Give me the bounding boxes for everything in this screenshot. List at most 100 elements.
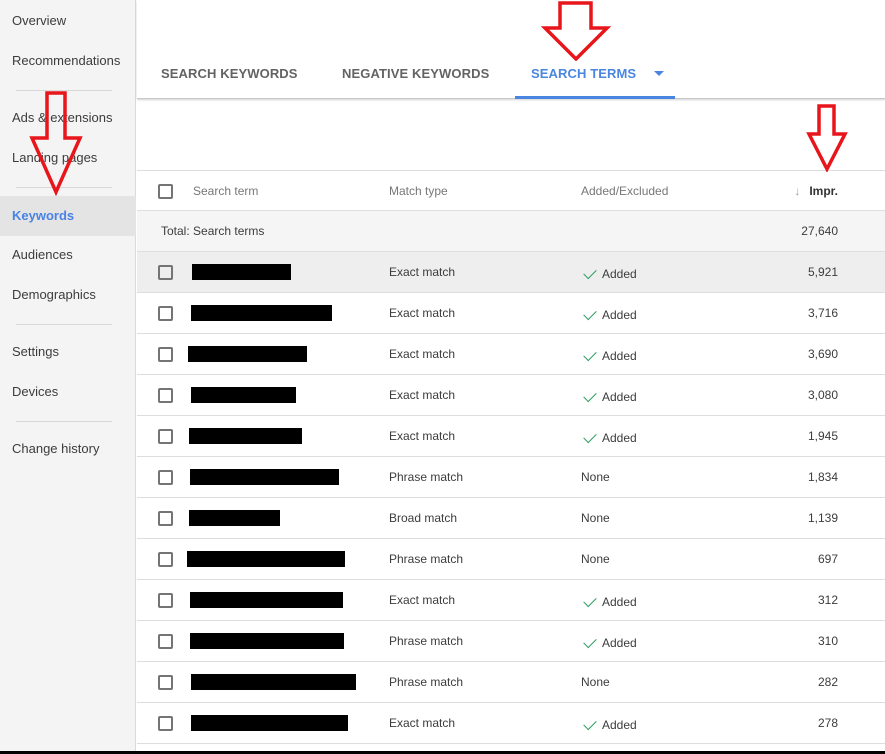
- sidebar-item-keywords[interactable]: Keywords: [0, 196, 136, 236]
- redacted-search-term[interactable]: [redacted]: [191, 674, 356, 690]
- select-all-checkbox[interactable]: [158, 184, 173, 199]
- redacted-search-term[interactable]: [redacted]: [190, 633, 344, 649]
- checkmark-icon: [583, 347, 597, 362]
- added-excluded-status: Added: [581, 416, 637, 456]
- row-checkbox[interactable]: [158, 306, 173, 321]
- column-header-impr[interactable]: ↓ Impr.: [794, 171, 838, 211]
- column-header-search-term[interactable]: Search term: [193, 171, 258, 211]
- match-type: Broad match: [389, 511, 458, 525]
- redacted-search-term[interactable]: [redacted]: [191, 387, 296, 403]
- status-label: None: [581, 552, 610, 566]
- redacted-search-term[interactable]: [redacted]: [190, 469, 339, 485]
- redacted-search-term[interactable]: [redacted]: [189, 510, 280, 526]
- tab-negative-keywords[interactable]: NEGATIVE KEYWORDS: [342, 66, 489, 81]
- added-excluded-status: Added: [581, 621, 637, 661]
- redacted-search-term[interactable]: [redacted]: [190, 592, 343, 608]
- row-checkbox[interactable]: [158, 634, 173, 649]
- table-row[interactable]: [redacted] Exact match Added 312: [137, 580, 885, 621]
- sidebar-item-change-history[interactable]: Change history: [0, 429, 136, 469]
- tab-search-terms[interactable]: SEARCH TERMS: [531, 66, 665, 81]
- row-checkbox[interactable]: [158, 429, 173, 444]
- sidebar-item-ads-extensions[interactable]: Ads & extensions: [0, 98, 136, 138]
- tab-label: SEARCH KEYWORDS: [161, 66, 298, 81]
- caret-down-icon[interactable]: [654, 71, 665, 77]
- redacted-search-term[interactable]: [redacted]: [189, 428, 302, 444]
- sidebar-item-demographics[interactable]: Demographics: [0, 275, 136, 315]
- status-label: Added: [602, 718, 637, 732]
- sidebar-item-devices[interactable]: Devices: [0, 372, 136, 412]
- status-label: None: [581, 675, 610, 689]
- match-type: Exact match: [389, 716, 456, 730]
- table-row[interactable]: [redacted] Exact match Added 3,716: [137, 293, 885, 334]
- sidebar-item-recommendations[interactable]: Recommendations: [0, 41, 136, 81]
- app-window: Overview Recommendations Ads & extension…: [0, 0, 885, 751]
- redacted-search-term[interactable]: [redacted]: [191, 305, 332, 321]
- redacted-search-term[interactable]: [redacted]: [188, 346, 307, 362]
- added-excluded-status: Added: [581, 293, 637, 333]
- row-checkbox[interactable]: [158, 347, 173, 362]
- sidebar-divider: [16, 421, 112, 422]
- annotation-arrow-icon: [806, 104, 848, 172]
- checkmark-icon: [583, 429, 597, 444]
- checkmark-icon: [583, 716, 597, 731]
- status-label: Added: [602, 267, 637, 281]
- table-row[interactable]: [redacted] Phrase match None 282: [137, 662, 885, 703]
- table-row[interactable]: [redacted] Exact match Added 1,945: [137, 416, 885, 457]
- redacted-search-term[interactable]: [redacted]: [191, 715, 348, 731]
- sidebar-item-landing-pages[interactable]: Landing pages: [0, 138, 136, 178]
- row-checkbox[interactable]: [158, 511, 173, 526]
- added-excluded-status: Added: [581, 375, 637, 415]
- added-excluded-status: Added: [581, 334, 637, 374]
- table-row[interactable]: [redacted] Exact match Added 3,080: [137, 375, 885, 416]
- total-label: Total: Search terms: [161, 224, 265, 238]
- impressions-value: 282: [817, 675, 838, 689]
- added-status: Added: [581, 306, 637, 322]
- table-row[interactable]: [redacted] Exact match Added 278: [137, 703, 885, 744]
- row-checkbox[interactable]: [158, 552, 173, 567]
- status-label: Added: [602, 595, 637, 609]
- sidebar-divider: [16, 187, 112, 188]
- added-status: Added: [581, 429, 637, 445]
- added-excluded-status: Added: [581, 703, 637, 743]
- redacted-search-term[interactable]: [redacted]: [192, 264, 291, 280]
- row-checkbox[interactable]: [158, 265, 173, 280]
- checkmark-icon: [583, 593, 597, 608]
- checkmark-icon: [583, 634, 597, 649]
- redacted-search-term[interactable]: [redacted]: [187, 551, 345, 567]
- status-label: None: [581, 470, 610, 484]
- column-header-match-type[interactable]: Match type: [389, 171, 448, 211]
- status-label: Added: [602, 431, 637, 445]
- sidebar: Overview Recommendations Ads & extension…: [0, 0, 136, 751]
- impressions-value: 697: [817, 552, 838, 566]
- row-checkbox[interactable]: [158, 593, 173, 608]
- added-status: Added: [581, 347, 637, 363]
- table-row[interactable]: [redacted] Exact match Added 3,690: [137, 334, 885, 375]
- match-type: Exact match: [389, 429, 456, 443]
- tab-search-keywords[interactable]: SEARCH KEYWORDS: [161, 66, 298, 81]
- row-checkbox[interactable]: [158, 388, 173, 403]
- row-checkbox[interactable]: [158, 716, 173, 731]
- column-header-added-excluded[interactable]: Added/Excluded: [581, 171, 668, 211]
- impressions-value: 1,834: [807, 470, 838, 484]
- impr-header-label: Impr.: [809, 184, 838, 198]
- match-type: Exact match: [389, 388, 456, 402]
- table-row[interactable]: [redacted] Exact match Added 5,921: [137, 252, 885, 293]
- tab-label: SEARCH TERMS: [531, 66, 637, 81]
- sidebar-item-audiences[interactable]: Audiences: [0, 235, 136, 275]
- match-type: Phrase match: [389, 470, 464, 484]
- row-checkbox[interactable]: [158, 470, 173, 485]
- table-row[interactable]: [redacted] Phrase match Added 310: [137, 621, 885, 662]
- added-excluded-status: Added: [581, 252, 637, 292]
- row-checkbox[interactable]: [158, 675, 173, 690]
- match-type: Phrase match: [389, 634, 464, 648]
- sidebar-divider: [16, 90, 112, 91]
- table-row[interactable]: [redacted] Phrase match None 1,834: [137, 457, 885, 498]
- sidebar-item-settings[interactable]: Settings: [0, 332, 136, 372]
- match-type: Exact match: [389, 265, 456, 279]
- table-row[interactable]: [redacted] Broad match None 1,139: [137, 498, 885, 539]
- sidebar-item-overview[interactable]: Overview: [0, 1, 136, 41]
- table-row[interactable]: [redacted] Phrase match None 697: [137, 539, 885, 580]
- status-label: Added: [602, 308, 637, 322]
- impressions-value: 3,690: [807, 347, 838, 361]
- impressions-value: 3,716: [807, 306, 838, 320]
